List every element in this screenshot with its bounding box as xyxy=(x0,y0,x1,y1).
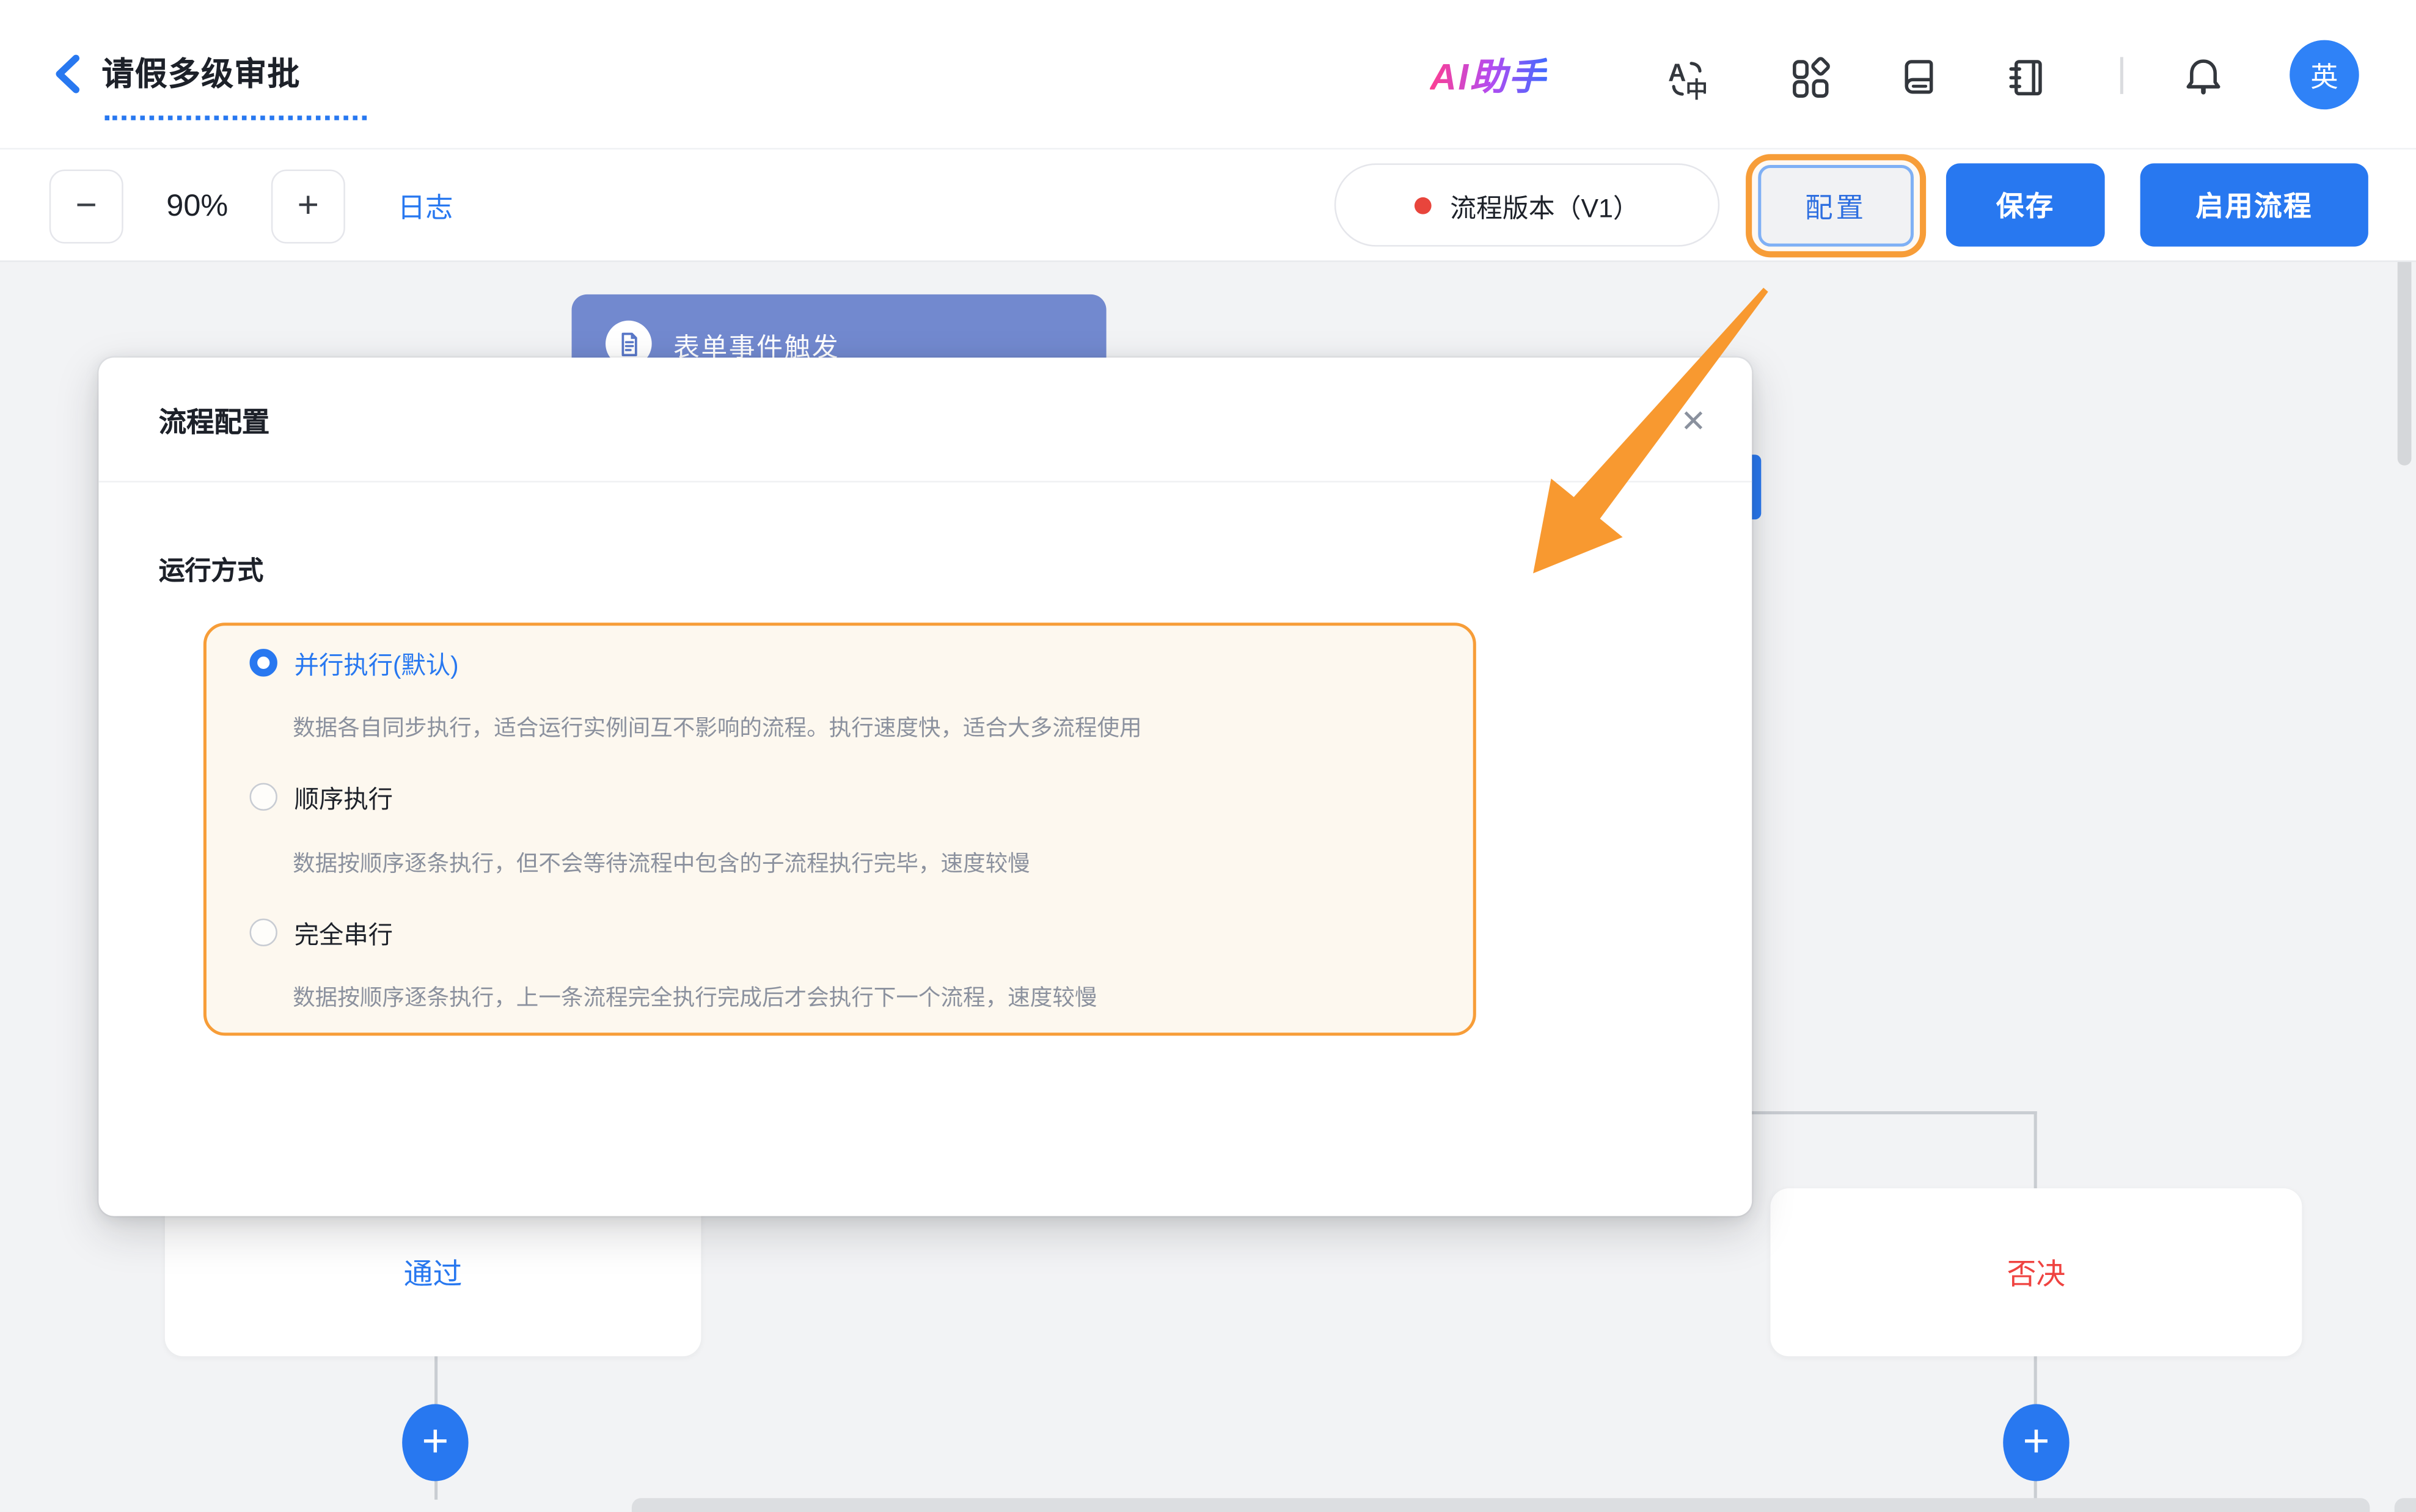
horizontal-scrollbar-piece[interactable] xyxy=(2395,1498,2416,1512)
save-button[interactable]: 保存 xyxy=(1946,163,2105,246)
enable-process-button[interactable]: 启用流程 xyxy=(2140,163,2368,246)
add-node-button-pass[interactable]: + xyxy=(402,1404,468,1481)
zoom-in-button[interactable]: + xyxy=(271,170,345,244)
unsaved-dot xyxy=(1415,197,1432,214)
apps-grid-icon[interactable] xyxy=(1786,54,1836,103)
vertical-scrollbar[interactable] xyxy=(2398,262,2412,466)
enable-process-label: 启用流程 xyxy=(2195,185,2313,225)
horizontal-scrollbar[interactable] xyxy=(632,1498,2370,1512)
connector-below-reject-2 xyxy=(2034,1478,2037,1499)
run-mode-option-sequential[interactable]: 顺序执行 xyxy=(250,780,394,814)
app-window: 表单事件触发 通过 否决 + + xyxy=(0,0,2416,1512)
run-mode-radio-2[interactable] xyxy=(250,919,277,946)
run-mode-desc: 数据按顺序逐条执行，但不会等待流程中包含的子流程执行完毕，速度较慢 xyxy=(293,846,1030,878)
app-header: 请假多级审批 AI助手 A 中 xyxy=(0,0,2416,150)
minus-icon: − xyxy=(76,185,97,228)
process-config-modal: 流程配置 ✕ 运行方式 并行执行(默认) 数据各自同步执行，适合运行实例间互不影… xyxy=(98,357,1752,1216)
logs-link[interactable]: 日志 xyxy=(398,170,453,244)
avatar-initial: 英 xyxy=(2310,55,2338,95)
run-mode-option-serial[interactable]: 完全串行 xyxy=(250,916,394,950)
close-icon[interactable]: ✕ xyxy=(1667,395,1719,447)
connector-below-pass-2 xyxy=(434,1478,437,1499)
process-version-button[interactable]: 流程版本（V1） xyxy=(1334,163,1719,246)
user-avatar[interactable]: 英 xyxy=(2290,40,2359,110)
config-annotation-ring: 配置 xyxy=(1746,154,1926,257)
run-mode-label: 完全串行 xyxy=(295,914,393,951)
zoom-out-button[interactable]: − xyxy=(49,170,123,244)
notebook-icon[interactable] xyxy=(2003,54,2052,103)
svg-text:中: 中 xyxy=(1686,78,1708,102)
branch-reject-label: 否决 xyxy=(2007,1252,2065,1293)
config-button-label: 配置 xyxy=(1805,186,1867,226)
translate-icon[interactable]: A 中 xyxy=(1663,54,1712,103)
save-button-label: 保存 xyxy=(1996,185,2055,225)
run-mode-label: 顺序执行 xyxy=(295,778,393,816)
run-mode-label: 并行执行(默认) xyxy=(295,645,459,682)
notification-bell-icon[interactable] xyxy=(2179,54,2228,103)
ai-assistant-button[interactable]: AI助手 xyxy=(1430,46,1547,100)
back-icon[interactable] xyxy=(48,53,91,96)
plus-icon: + xyxy=(2022,1420,2049,1466)
plus-icon: + xyxy=(298,185,319,228)
run-mode-option-group: 并行执行(默认) 数据各自同步执行，适合运行实例间互不影响的流程。执行速度快，适… xyxy=(203,623,1476,1035)
run-mode-radio-0[interactable] xyxy=(250,649,277,676)
connector-below-reject xyxy=(2034,1356,2037,1409)
add-node-button-reject[interactable]: + xyxy=(2003,1404,2069,1481)
header-divider xyxy=(2120,57,2123,94)
zoom-level-value: 90% xyxy=(142,170,253,244)
branch-pass-label: 通过 xyxy=(404,1252,463,1293)
run-mode-section-title: 运行方式 xyxy=(159,549,263,587)
title-dotted-underline xyxy=(104,115,367,120)
canvas-toolbar: − 90% + 日志 流程版本（V1） 配置 保存 启用流程 xyxy=(0,150,2416,262)
config-button[interactable]: 配置 xyxy=(1758,165,1914,247)
run-mode-radio-1[interactable] xyxy=(250,783,277,811)
hidden-node-edge xyxy=(1752,455,1761,519)
plus-icon: + xyxy=(422,1420,448,1466)
svg-text:A: A xyxy=(1668,59,1686,87)
connector-below-pass xyxy=(434,1356,437,1409)
modal-header: 流程配置 ✕ xyxy=(98,357,1752,482)
connector-vertical-reject-top xyxy=(2034,1111,2037,1190)
run-mode-option-parallel[interactable]: 并行执行(默认) xyxy=(250,646,459,680)
run-mode-desc: 数据按顺序逐条执行，上一条流程完全执行完成后才会执行下一个流程，速度较慢 xyxy=(293,981,1097,1013)
branch-node-reject[interactable]: 否决 xyxy=(1770,1188,2302,1356)
process-version-label: 流程版本（V1） xyxy=(1450,186,1639,224)
book-icon[interactable] xyxy=(1895,54,1945,103)
modal-title: 流程配置 xyxy=(159,357,270,482)
page-title: 请假多级审批 xyxy=(101,49,300,96)
run-mode-desc: 数据各自同步执行，适合运行实例间互不影响的流程。执行速度快，适合大多流程使用 xyxy=(293,710,1141,743)
